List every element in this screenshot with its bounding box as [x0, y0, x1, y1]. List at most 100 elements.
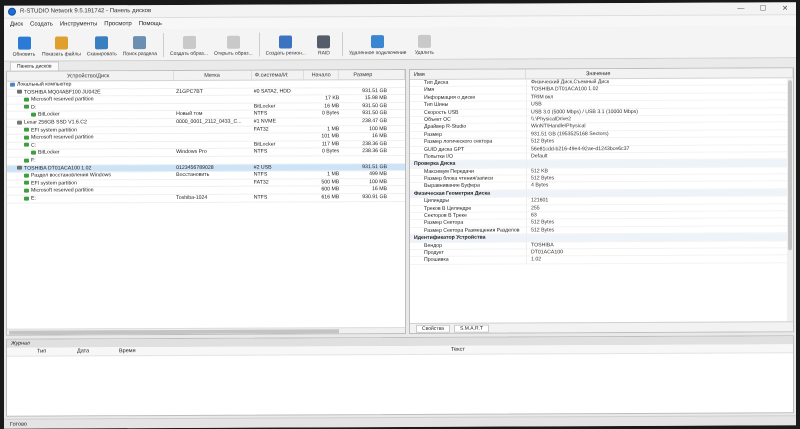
- toolbar-icon: [317, 35, 331, 49]
- property-value: 512 KB: [526, 166, 793, 175]
- horizontal-scrollbar[interactable]: [7, 326, 405, 335]
- property-value: 255: [526, 203, 793, 212]
- device-name: Microsoft reserved partition: [31, 134, 94, 141]
- col-start[interactable]: Начало: [303, 70, 340, 80]
- tab-properties[interactable]: Свойства: [416, 324, 450, 333]
- start-cell: 117 MB: [321, 141, 340, 148]
- close-button[interactable]: ✕: [774, 2, 796, 15]
- property-name: Размер Сектора Размещения Разделов: [424, 227, 520, 234]
- toolbar-button-5[interactable]: Открыть образ...: [214, 35, 253, 57]
- toolbar-button-2[interactable]: Сканировать: [87, 36, 117, 57]
- col-size[interactable]: Размер: [339, 69, 406, 80]
- drive-row[interactable]: E: Toshiba-1024 NTFS 616 MB 930.91 GB: [7, 193, 405, 204]
- toolbar-button-6[interactable]: Создать регион...: [265, 35, 306, 57]
- size-cell: 930.91 GB: [362, 193, 388, 201]
- property-name: Размер логического сектора: [424, 138, 493, 146]
- label-cell: [174, 141, 252, 148]
- menu-create[interactable]: Создать: [30, 21, 53, 27]
- property-value: 1.02: [526, 255, 793, 264]
- property-value: TOSHIBA DT01ACA100 1.02: [526, 85, 793, 94]
- device-name: Microsoft reserved partition: [31, 187, 94, 194]
- properties-tabs: Свойства S.M.A.R.T: [410, 321, 793, 333]
- property-name: Продукт: [424, 249, 444, 256]
- fs-cell: #0 SATA2, HDD: [253, 88, 291, 95]
- property-name: Секторов В Треке: [424, 212, 467, 219]
- device-name: TOSHIBA MQ04ABF100 JU042E: [24, 88, 101, 96]
- property-name: Драйвер R-Studio: [424, 124, 467, 131]
- size-cell: 15.98 MB: [364, 95, 388, 102]
- start-cell: 616 MB: [321, 194, 340, 201]
- toolbar-icon: [17, 36, 31, 50]
- fs-cell: NTFS: [253, 148, 268, 155]
- property-name: Имя: [424, 87, 435, 94]
- col-device[interactable]: Устройство/Диск: [7, 70, 175, 81]
- property-value: [526, 189, 793, 197]
- menu-tools[interactable]: Инструменты: [60, 21, 97, 27]
- toolbar-button-8[interactable]: Удаленное подключение: [349, 35, 406, 56]
- minimize-button[interactable]: —: [730, 2, 752, 15]
- toolbar-button-3[interactable]: Поиск раздела: [123, 36, 157, 57]
- toolbar-separator: [341, 32, 343, 57]
- toolbar-icon: [371, 35, 385, 49]
- toolbar-icon: [417, 34, 431, 48]
- log-col-type[interactable]: Тип: [7, 348, 46, 356]
- start-cell: 16 MB: [324, 103, 340, 110]
- maximize-button[interactable]: ☐: [752, 2, 774, 15]
- log-col-date[interactable]: Дата: [45, 347, 95, 355]
- toolbar: Обновить Показать файлы Сканировать Поиск р…: [4, 26, 796, 62]
- fs-cell: NTFS: [253, 194, 268, 201]
- toolbar-label: Создать регион...: [265, 50, 306, 57]
- fs-cell: BitLocker: [253, 141, 276, 148]
- property-value: 931.51 GB (1953525168 Sectors): [526, 130, 793, 138]
- fs-cell: BitLocker: [253, 103, 276, 110]
- toolbar-label: Создать образ...: [170, 50, 209, 58]
- fs-cell: #1 NVME: [253, 118, 276, 125]
- start-cell: 0 Bytes: [321, 110, 340, 117]
- size-cell: 238.36 GB: [362, 148, 387, 155]
- property-name: Идентификатор Устройства: [414, 234, 486, 242]
- device-name: D:: [31, 104, 37, 111]
- property-value: 512 Bytes: [526, 174, 793, 182]
- device-name: Microsoft reserved partition: [31, 96, 94, 103]
- size-cell: 16 MB: [372, 186, 388, 193]
- log-col-text[interactable]: Текст: [155, 346, 465, 355]
- label-cell: [174, 179, 252, 186]
- col-label[interactable]: Метка: [174, 70, 252, 80]
- property-value: 56e81cdd-b216-49e4-92ae-d1243bce6c37: [526, 144, 793, 153]
- col-value[interactable]: Значение: [526, 68, 793, 79]
- property-name: Размер блока чтения/записи: [424, 175, 494, 182]
- menu-help[interactable]: Помощь: [139, 21, 162, 27]
- device-name: C:: [31, 142, 37, 149]
- app-window: R-STUDIO Network 9.5.191742 - Панель дис…: [4, 2, 796, 429]
- property-value: USB: [526, 100, 793, 109]
- menu-view[interactable]: Просмотр: [104, 21, 131, 27]
- vertical-scrollbar[interactable]: [787, 78, 793, 322]
- col-filesystem[interactable]: Ф.система/И:: [251, 70, 304, 80]
- property-value: 4 Bytes: [526, 181, 793, 190]
- tab-smart[interactable]: S.M.A.R.T: [453, 324, 490, 333]
- property-value: [526, 233, 793, 242]
- toolbar-button-9[interactable]: Удалить: [412, 34, 436, 56]
- toolbar-label: Показать файлы: [42, 51, 81, 58]
- toolbar-button-1[interactable]: Показать файлы: [42, 36, 81, 58]
- property-name: Треков В Цилиндре: [424, 205, 472, 212]
- size-cell: 931.51 GB: [362, 87, 387, 94]
- property-row[interactable]: Прошивка 1.02: [410, 255, 793, 265]
- property-value: 512 Bytes: [526, 218, 793, 227]
- toolbar-button-4[interactable]: Создать образ...: [170, 35, 209, 58]
- col-name[interactable]: Имя: [410, 69, 526, 79]
- partition-icon: [24, 97, 29, 102]
- device-name: Lexar 256GB SSD V1.6.C2: [24, 119, 87, 126]
- start-cell: [303, 88, 339, 95]
- toolbar-button-0[interactable]: Обновить: [12, 36, 36, 58]
- log-col-time[interactable]: Время: [95, 347, 155, 355]
- tab-drives-panel[interactable]: Панель дисков: [10, 61, 59, 71]
- property-value: TRIM вкл: [526, 93, 793, 101]
- label-cell: Восстановить: [176, 171, 210, 179]
- toolbar-label: Поиск раздела: [122, 51, 157, 58]
- fs-cell: [252, 187, 304, 194]
- disk-icon: [17, 89, 22, 94]
- menu-disk[interactable]: Диск: [10, 21, 23, 27]
- property-value: DT01ACA100: [526, 248, 793, 256]
- toolbar-button-7[interactable]: RAID: [312, 35, 336, 56]
